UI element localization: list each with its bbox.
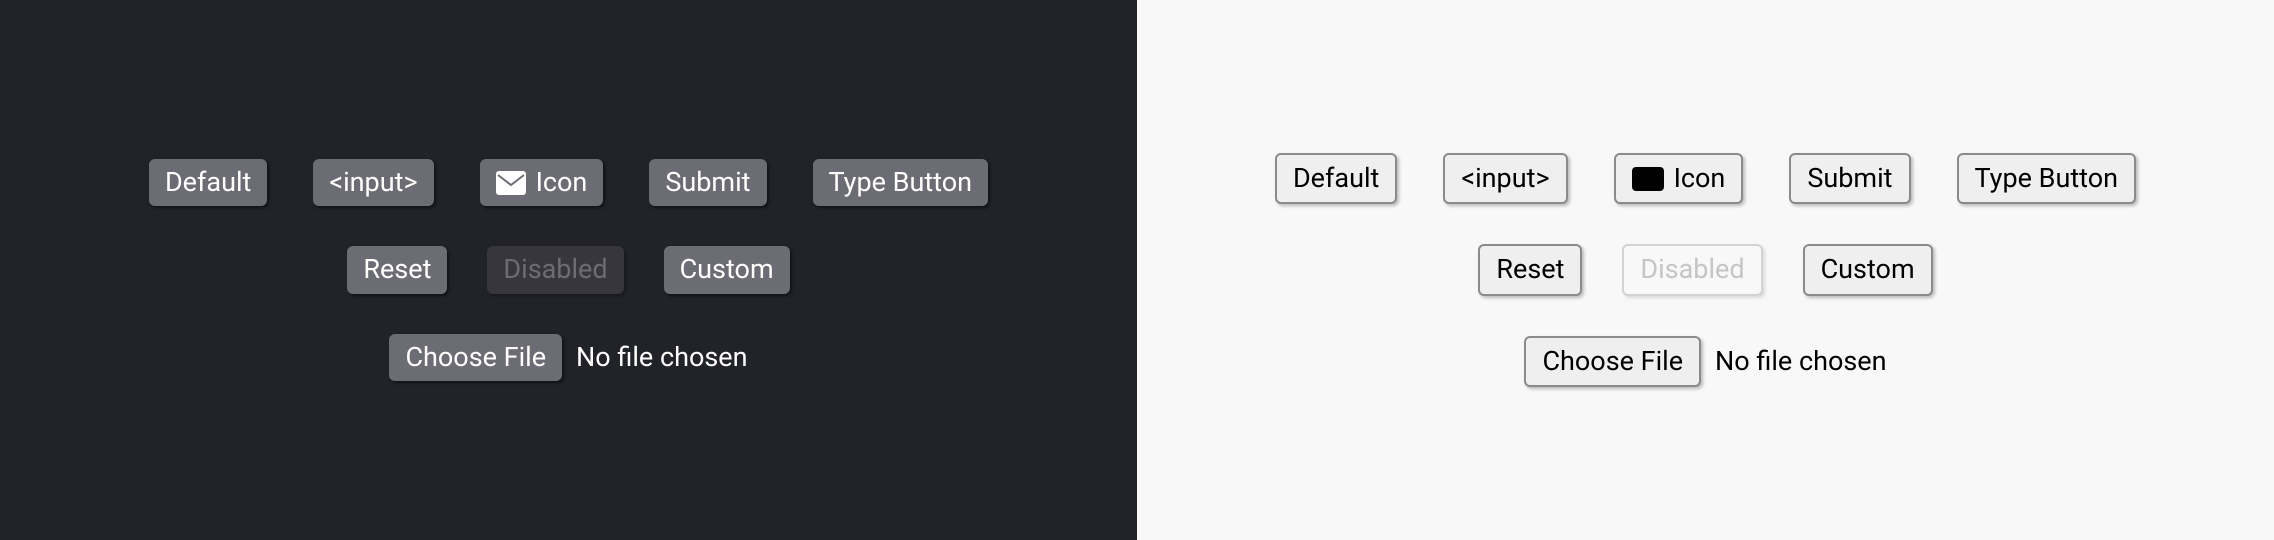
light-theme-panel: Default <input> Icon Submit Type Button … [1137,0,2274,540]
type-button[interactable]: Type Button [813,159,989,206]
mail-icon [496,171,526,195]
icon-button-label: Icon [536,165,588,200]
file-input-row: Choose File No file chosen [389,334,747,381]
button-row-2: Reset Disabled Custom [1478,244,1932,295]
input-button[interactable]: <input> [1443,153,1567,204]
dark-theme-panel: Default <input> Icon Submit Type Button … [0,0,1137,540]
file-status-text: No file chosen [1715,345,1886,377]
mail-icon [1632,167,1664,191]
disabled-button: Disabled [487,246,623,293]
file-input-row: Choose File No file chosen [1524,336,1886,387]
icon-button[interactable]: Icon [480,159,604,206]
choose-file-button[interactable]: Choose File [389,334,562,381]
submit-button[interactable]: Submit [1789,153,1910,204]
default-button[interactable]: Default [1275,153,1397,204]
button-row-1: Default <input> Icon Submit Type Button [149,159,988,206]
reset-button[interactable]: Reset [347,246,447,293]
disabled-button: Disabled [1622,244,1762,295]
submit-button[interactable]: Submit [649,159,766,206]
type-button[interactable]: Type Button [1957,153,2137,204]
choose-file-button[interactable]: Choose File [1524,336,1701,387]
button-row-2: Reset Disabled Custom [347,246,789,293]
icon-button-label: Icon [1674,161,1726,196]
icon-button[interactable]: Icon [1614,153,1744,204]
file-status-text: No file chosen [576,341,747,373]
input-button[interactable]: <input> [313,159,433,206]
default-button[interactable]: Default [149,159,267,206]
reset-button[interactable]: Reset [1478,244,1582,295]
custom-button[interactable]: Custom [1803,244,1933,295]
button-row-1: Default <input> Icon Submit Type Button [1275,153,2136,204]
custom-button[interactable]: Custom [664,246,790,293]
